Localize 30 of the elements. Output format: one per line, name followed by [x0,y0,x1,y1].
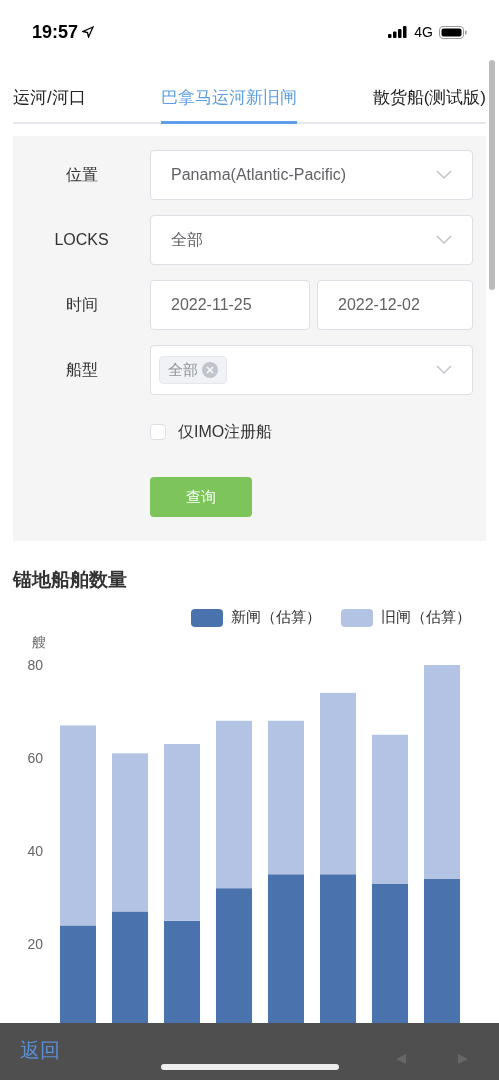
chevron-down-icon [436,170,452,180]
axis-tick: 20 [27,935,43,952]
legend-label: 旧闸（估算） [381,607,471,628]
battery-icon [439,25,467,39]
checkbox[interactable] [150,424,166,440]
axis-unit: 艘 [32,633,46,650]
location-arrow-icon [82,26,95,38]
field-label: 船型 [64,360,99,380]
axis-tick: 40 [27,842,43,859]
close-icon[interactable] [202,362,218,378]
chart-title: 锚地船舶数量 [13,569,127,590]
location-select[interactable]: Panama(Atlantic-Pacific) [150,150,473,200]
network-label: 4G [414,22,433,42]
status-time: 19:57 [32,20,79,44]
signal-icon [388,26,409,38]
locks-select[interactable]: 全部 [150,215,473,265]
start-date-field[interactable]: 2022-11-25 [150,280,310,330]
field-label: LOCKS [53,230,110,250]
field-label: 位置 [64,165,99,185]
chevron-down-icon [436,365,452,375]
legend-label: 新闸（估算） [231,607,321,628]
end-date-field[interactable]: 2022-12-02 [317,280,473,330]
checkbox-label: 仅IMO注册船 [178,422,273,442]
field-label: 时间 [64,295,99,315]
tab[interactable]: 运河/河口 [13,82,86,124]
axis-tick: 60 [27,749,43,766]
tab[interactable]: 散货船(测试版) [372,82,486,124]
chevron-down-icon [436,235,452,245]
axis-tick: 80 [27,656,43,673]
tag: 全部 [159,356,227,384]
